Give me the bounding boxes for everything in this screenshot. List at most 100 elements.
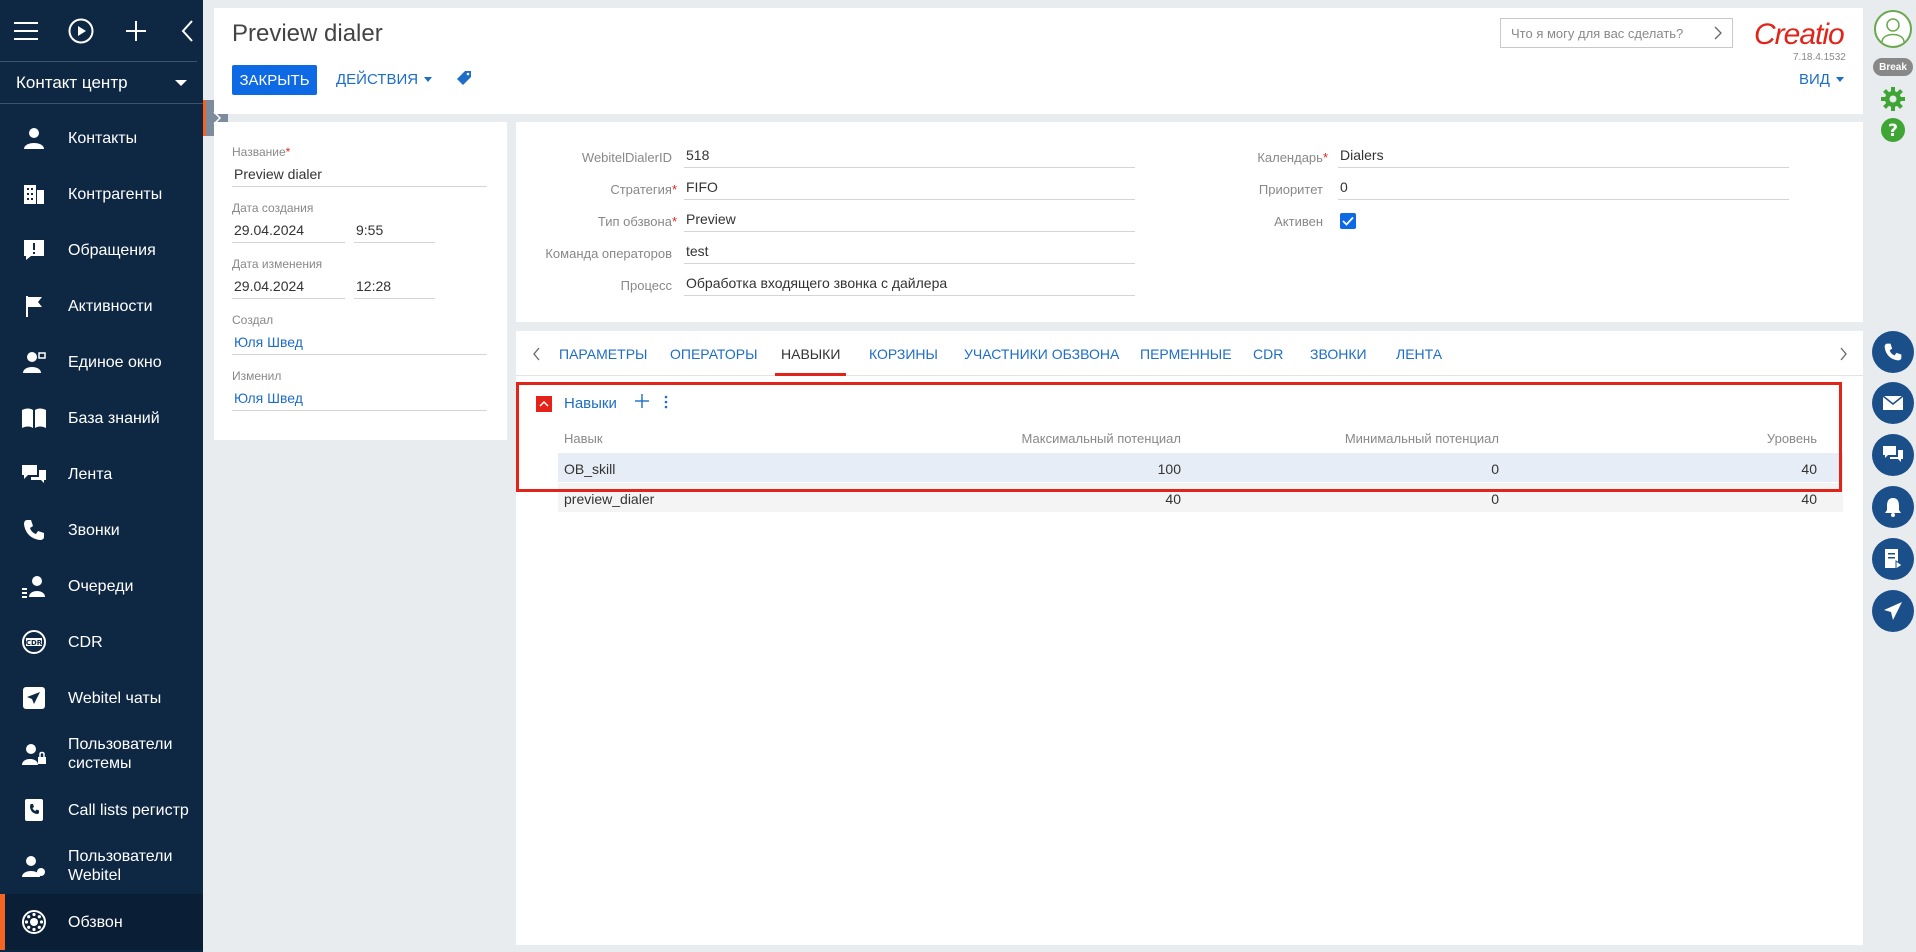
actions-button[interactable]: ДЕЙСТВИЯ [336, 71, 433, 88]
chevron-right-icon [1714, 26, 1722, 40]
tabs-scroll-right-icon[interactable] [1838, 347, 1852, 361]
play-process-icon[interactable] [68, 18, 94, 44]
sidebar-item-webitel-users[interactable]: Пользователи Webitel [0, 838, 203, 894]
sidebar-item-label: База знаний [68, 409, 160, 427]
created-by-label: Создал [232, 313, 274, 327]
svg-text:?: ? [1888, 121, 1898, 141]
webitel-chat-panel-button[interactable] [1872, 590, 1914, 632]
sidebar-item-call-lists[interactable]: Call lists регистр [0, 782, 203, 838]
tab-dialer-participants[interactable]: УЧАСТНИКИ ОБЗВОНА [964, 346, 1119, 362]
bell-icon [1885, 498, 1901, 517]
tab-feed[interactable]: ЛЕНТА [1396, 346, 1442, 362]
sidebar-item-label: Активности [68, 297, 153, 315]
sidebar-item-calls[interactable]: Звонки [0, 502, 203, 558]
flag-icon [20, 292, 48, 320]
calendar-label: Календарь* [1257, 150, 1328, 165]
modified-by-link[interactable]: Юля Швед [232, 387, 487, 411]
record-details-panel: WebitelDialerID 518 Стратегия* FIFO Тип … [516, 122, 1863, 322]
sidebar-item-label: Пользователи Webitel [68, 848, 173, 884]
sidebar-item-label: Обзвон [68, 913, 123, 931]
priority-field[interactable]: 0 [1338, 176, 1789, 200]
user-lock-icon [20, 740, 48, 768]
tab-variables[interactable]: ПЕРМЕННЫЕ [1140, 346, 1232, 362]
help-icon[interactable]: ? [1880, 117, 1906, 143]
sidebar-item-webitel-chats[interactable]: Webitel чаты [0, 670, 203, 726]
page-header: Preview dialer ЗАКРЫТЬ ДЕЙСТВИЯ Что я мо… [214, 8, 1863, 114]
tab-calls[interactable]: ЗВОНКИ [1310, 346, 1367, 362]
record-summary-panel: Название* Preview dialer Дата создания 2… [214, 122, 507, 440]
sidebar-item-dialer[interactable]: Обзвон [0, 894, 203, 950]
sidebar-item-contacts[interactable]: Контакты [0, 110, 203, 166]
process-field[interactable]: Обработка входящего звонка с дайлера [684, 272, 1135, 296]
active-checkbox[interactable] [1340, 213, 1356, 229]
sidebar-item-knowledge-base[interactable]: База знаний [0, 390, 203, 446]
command-search-input[interactable]: Что я могу для вас сделать? [1500, 18, 1733, 48]
sidebar-item-label: Webitel чаты [68, 689, 162, 707]
sidebar-item-label: Звонки [68, 521, 120, 539]
send-icon [20, 684, 48, 712]
tab-operators[interactable]: ОПЕРАТОРЫ [670, 346, 757, 362]
modified-date-field[interactable]: 29.04.2024 [232, 275, 345, 299]
actions-label: ДЕЙСТВИЯ [336, 71, 419, 88]
page-title: Preview dialer [232, 20, 383, 47]
sidebar-item-label: Пользователи системы [68, 736, 173, 772]
user-avatar[interactable] [1874, 10, 1912, 48]
sidebar-item-label: CDR [68, 633, 103, 651]
created-date-field[interactable]: 29.04.2024 [232, 219, 345, 243]
created-by-link[interactable]: Юля Швед [232, 331, 487, 355]
tab-buckets[interactable]: КОРЗИНЫ [869, 346, 938, 362]
sidebar-item-activities[interactable]: Активности [0, 278, 203, 334]
building-icon [20, 180, 48, 208]
dialer-icon [20, 908, 48, 936]
close-button[interactable]: ЗАКРЫТЬ [232, 65, 317, 95]
operator-team-label: Команда операторов [545, 246, 672, 261]
version-label: 7.18.4.1532 [1793, 52, 1846, 63]
chevron-down-icon [1835, 77, 1844, 82]
status-badge[interactable]: Break [1873, 58, 1913, 76]
person-icon [20, 124, 48, 152]
sidebar-item-cases[interactable]: Обращения [0, 222, 203, 278]
book-icon [20, 404, 48, 432]
level-cell: 40 [1801, 491, 1817, 507]
dialer-id-label: WebitelDialerID [581, 150, 672, 165]
name-field[interactable]: Preview dialer [232, 163, 487, 187]
sidebar-item-label: Call lists регистр [68, 801, 189, 819]
operator-team-field[interactable]: test [684, 240, 1135, 264]
processes-panel-button[interactable] [1872, 538, 1914, 580]
tab-parameters[interactable]: ПАРАМЕТРЫ [559, 346, 647, 362]
phone-icon [20, 516, 48, 544]
modified-date-label: Дата изменения [232, 257, 323, 271]
email-panel-button[interactable] [1872, 382, 1914, 424]
created-date-label: Дата создания [232, 201, 314, 215]
workspace-selector[interactable]: Контакт центр [0, 62, 203, 104]
tab-bar: ПАРАМЕТРЫ ОПЕРАТОРЫ НАВЫКИ КОРЗИНЫ УЧАСТ… [516, 331, 1863, 376]
tab-cdr[interactable]: CDR [1253, 346, 1283, 362]
notifications-panel-button[interactable] [1872, 486, 1914, 528]
person-window-icon [20, 348, 48, 376]
calendar-field[interactable]: Dialers [1338, 144, 1789, 168]
tabs-scroll-left-icon[interactable] [532, 347, 546, 361]
sidebar-item-single-window[interactable]: Единое окно [0, 334, 203, 390]
tag-icon[interactable] [456, 70, 472, 91]
phone-panel-button[interactable] [1872, 331, 1914, 373]
sidebar-item-cdr[interactable]: CDR CDR [0, 614, 203, 670]
search-placeholder: Что я могу для вас сделать? [1511, 25, 1684, 41]
sidebar-item-label: Очереди [68, 577, 134, 595]
min-potential-cell: 0 [1491, 491, 1499, 507]
hamburger-menu-icon[interactable] [14, 18, 38, 44]
tab-skills[interactable]: НАВЫКИ [774, 346, 847, 376]
sidebar-item-feed[interactable]: Лента [0, 446, 203, 502]
view-button[interactable]: ВИД [1799, 71, 1844, 88]
gear-icon[interactable] [1880, 86, 1906, 112]
phone-icon [1884, 343, 1902, 361]
sidebar-item-system-users[interactable]: Пользователи системы [0, 726, 203, 782]
chat-panel-button[interactable] [1872, 434, 1914, 476]
collapse-sidebar-icon[interactable] [178, 18, 197, 44]
created-time-field[interactable]: 9:55 [354, 219, 435, 243]
sidebar-item-accounts[interactable]: Контрагенты [0, 166, 203, 222]
document-play-icon [1885, 549, 1903, 570]
sidebar-item-queues[interactable]: Очереди [0, 558, 203, 614]
modified-time-field[interactable]: 12:28 [354, 275, 435, 299]
plus-icon[interactable] [124, 18, 148, 44]
modified-by-label: Изменил [232, 369, 282, 383]
